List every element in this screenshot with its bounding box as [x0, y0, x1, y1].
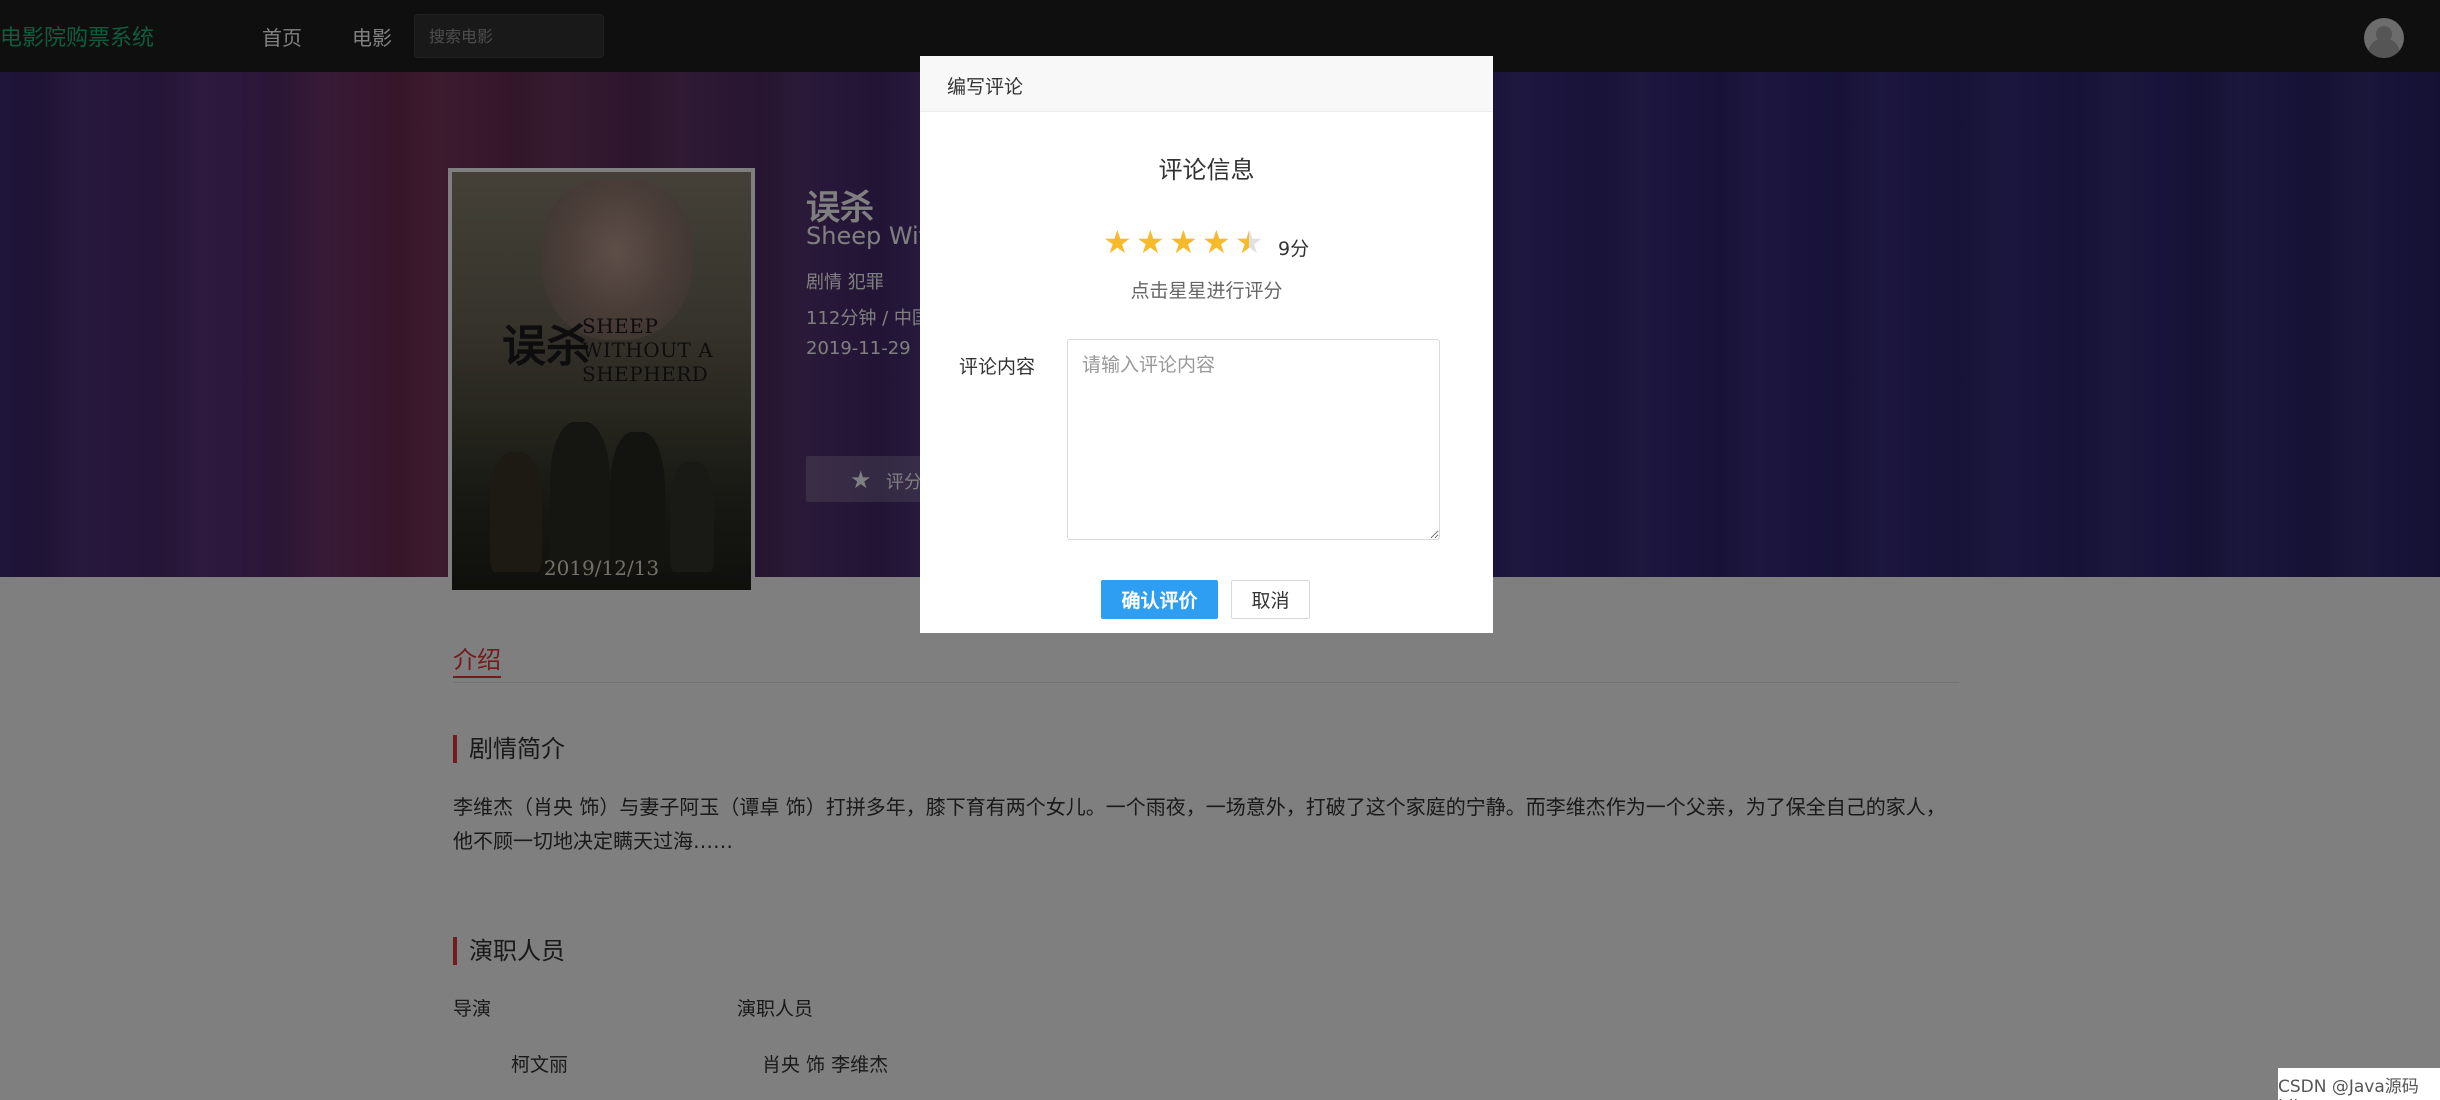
confirm-review-button[interactable]: 确认评价: [1101, 580, 1218, 619]
star-icon[interactable]: ★: [1103, 226, 1132, 258]
rating-score-text: 9分: [1278, 238, 1310, 260]
rating-hint: 点击星星进行评分: [1130, 280, 1283, 302]
review-info-heading: 评论信息: [1158, 156, 1255, 184]
csdn-watermark: CSDN @Java源码jdk: [2278, 1068, 2440, 1100]
review-content-label: 评论内容: [959, 356, 1036, 378]
dialog-header: 编写评论: [920, 56, 1493, 112]
dialog-title: 编写评论: [947, 76, 1024, 98]
write-review-dialog: 编写评论 评论信息 ★ ★ ★ ★ ★★ 9分 点击星星进行评分 评论内容 确认…: [920, 56, 1493, 633]
star-icon[interactable]: ★: [1169, 226, 1198, 258]
star-icon[interactable]: ★: [1202, 226, 1231, 258]
star-icon[interactable]: ★: [1136, 226, 1165, 258]
review-content-textarea[interactable]: [1067, 339, 1440, 540]
half-star-icon[interactable]: ★ ★: [1235, 226, 1264, 258]
cancel-button[interactable]: 取消: [1231, 580, 1310, 619]
